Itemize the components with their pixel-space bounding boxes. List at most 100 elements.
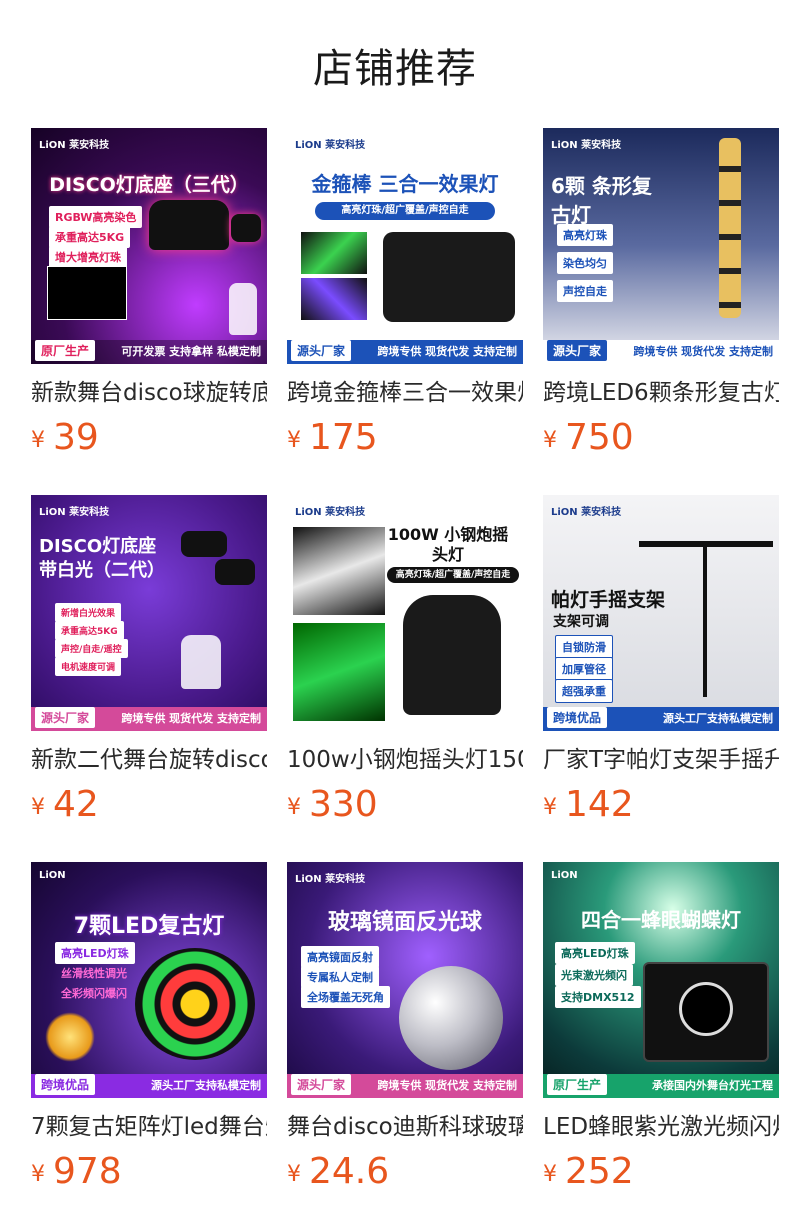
image-headline: 100W 小钢炮摇头灯 [387, 525, 509, 564]
product-name[interactable]: 跨境金箍棒三合一效果灯 [287, 378, 523, 408]
badge: 原厂生产 [35, 340, 96, 361]
product-card[interactable]: LiON 莱安科技 帕灯手摇支架 支架可调 自锁防滑 加厚管径 超强承重 跨境优… [543, 495, 779, 825]
image-footer-band: 跨境优品 源头工厂支持私模定制 [31, 1074, 267, 1098]
brand-logo: LiON [39, 870, 66, 881]
badge: 跨境优品 [547, 707, 608, 728]
footer-text: 可开发票 支持拿样 私模定制 [121, 345, 261, 358]
product-card[interactable]: LiON 莱安科技 金箍棒 三合一效果灯 高亮灯珠/超广覆盖/声控自走 源头厂家… [287, 128, 523, 458]
feature-tag: 支持DMX512 [555, 986, 641, 1008]
feature-tag: 染色均匀 [557, 252, 613, 274]
currency-symbol: ¥ [543, 428, 557, 453]
feature-tag: 承重高达5KG [49, 226, 131, 248]
badge: 跨境优品 [35, 1074, 96, 1095]
product-name[interactable]: 新款舞台disco球旋转底座 [31, 378, 267, 408]
price-value: 330 [309, 784, 378, 825]
currency-symbol: ¥ [287, 1162, 301, 1187]
brand-logo: LiON 莱安科技 [39, 140, 110, 151]
product-graphic [45, 1012, 95, 1062]
product-name[interactable]: LED蜂眼紫光激光频闪灯 [543, 1112, 779, 1142]
product-image[interactable]: LiON 莱安科技 帕灯手摇支架 支架可调 自锁防滑 加厚管径 超强承重 跨境优… [543, 495, 779, 731]
image-headline: 玻璃镜面反光球 [327, 910, 482, 935]
product-graphic [293, 527, 385, 615]
product-price: ¥42 [31, 785, 267, 825]
price-value: 142 [565, 784, 634, 825]
product-name[interactable]: 跨境LED6颗条形复古灯 [543, 378, 779, 408]
product-graphic [383, 232, 515, 322]
product-name[interactable]: 厂家T字帕灯支架手摇升降 [543, 745, 779, 775]
product-image[interactable]: LiON 莱安科技 金箍棒 三合一效果灯 高亮灯珠/超广覆盖/声控自走 源头厂家… [287, 128, 523, 364]
footer-text: 跨境专供 现货代发 支持定制 [633, 345, 773, 358]
feature-tag: 声控/自走/遥控 [55, 639, 128, 658]
price-value: 252 [565, 1151, 634, 1192]
product-image[interactable]: LiON 莱安科技 玻璃镜面反光球 高亮镜面反射 专属私人定制 全场覆盖无死角 … [287, 862, 523, 1098]
brand-logo: LiON 莱安科技 [551, 140, 622, 151]
feature-tag: RGBW高亮染色 [49, 206, 143, 228]
product-graphic [301, 232, 367, 274]
image-footer-band: 原厂生产 承接国内外舞台灯光工程 [543, 1074, 779, 1098]
feature-tag: 全场覆盖无死角 [301, 986, 390, 1008]
product-graphic [293, 623, 385, 721]
product-name[interactable]: 舞台disco迪斯科球玻璃镜面 [287, 1112, 523, 1142]
product-card[interactable]: LiON 7颗LED复古灯 高亮LED灯珠 丝滑线性调光 全彩频闪爆闪 跨境优品… [31, 862, 267, 1192]
price-value: 978 [53, 1151, 122, 1192]
product-image[interactable]: LiON 7颗LED复古灯 高亮LED灯珠 丝滑线性调光 全彩频闪爆闪 跨境优品… [31, 862, 267, 1098]
image-footer-band: 源头厂家 跨境专供 现货代发 支持定制 [543, 340, 779, 364]
product-name[interactable]: 新款二代舞台旋转disco球底座 [31, 745, 267, 775]
image-headline: 7颗LED复古灯 [73, 914, 225, 939]
brand-logo: LiON 莱安科技 [295, 507, 366, 518]
footer-text: 承接国内外舞台灯光工程 [652, 1079, 773, 1092]
feature-tag: 光束激光频闪 [555, 964, 633, 986]
product-price: ¥330 [287, 785, 523, 825]
image-headline: DISCO灯底座（三代） [49, 174, 249, 196]
currency-symbol: ¥ [287, 795, 301, 820]
feature-tag: 高亮镜面反射 [301, 946, 379, 968]
product-graphic [231, 214, 261, 242]
currency-symbol: ¥ [31, 428, 45, 453]
image-subline: 高亮灯珠/超广覆盖/声控自走 [387, 567, 519, 583]
price-value: 24.6 [309, 1151, 390, 1192]
product-image[interactable]: LiON 莱安科技 DISCO灯底座（三代） RGBW高亮染色 承重高达5KG … [31, 128, 267, 364]
product-card[interactable]: LiON 四合一蜂眼蝴蝶灯 高亮LED灯珠 光束激光频闪 支持DMX512 原厂… [543, 862, 779, 1192]
product-image[interactable]: LiON 莱安科技 DISCO灯底座 带白光（二代） 新增白光效果 承重高达5K… [31, 495, 267, 731]
product-graphic [229, 283, 257, 335]
product-graphic [149, 200, 229, 250]
feature-tag: 高亮LED灯珠 [55, 942, 135, 964]
product-price: ¥39 [31, 418, 267, 458]
product-image[interactable]: LiON 莱安科技 100W 小钢炮摇头灯 高亮灯珠/超广覆盖/声控自走 [287, 495, 523, 731]
product-graphic [181, 635, 221, 689]
feature-tag: 承重高达5KG [55, 621, 124, 640]
currency-symbol: ¥ [543, 1162, 557, 1187]
product-card[interactable]: LiON 莱安科技 100W 小钢炮摇头灯 高亮灯珠/超广覆盖/声控自走 100… [287, 495, 523, 825]
footer-text: 源头工厂支持私模定制 [151, 1079, 261, 1092]
product-image[interactable]: LiON 莱安科技 6颗 条形复古灯 高亮灯珠 染色均匀 声控自走 源头厂家 跨… [543, 128, 779, 364]
product-name[interactable]: 7颗复古矩阵灯led舞台灯 [31, 1112, 267, 1142]
product-graphic [47, 266, 127, 320]
brand-logo: LiON 莱安科技 [551, 507, 622, 518]
product-card[interactable]: LiON 莱安科技 DISCO灯底座 带白光（二代） 新增白光效果 承重高达5K… [31, 495, 267, 825]
footer-text: 跨境专供 现货代发 支持定制 [121, 712, 261, 725]
product-name[interactable]: 100w小钢炮摇头灯150w [287, 745, 523, 775]
image-headline: 四合一蜂眼蝴蝶灯 [581, 908, 741, 932]
image-footer-band: 源头厂家 跨境专供 现货代发 支持定制 [287, 340, 523, 364]
image-footer-band: 原厂生产 可开发票 支持拿样 私模定制 [31, 340, 267, 364]
currency-symbol: ¥ [31, 1162, 45, 1187]
page-title: 店铺推荐 [313, 46, 477, 92]
product-price: ¥750 [543, 418, 779, 458]
badge: 源头厂家 [291, 1074, 352, 1095]
product-card[interactable]: LiON 莱安科技 玻璃镜面反光球 高亮镜面反射 专属私人定制 全场覆盖无死角 … [287, 862, 523, 1192]
feature-tag: 自锁防滑 [555, 635, 613, 659]
feature-tag: 高亮灯珠 [557, 224, 613, 246]
product-price: ¥175 [287, 418, 523, 458]
brand-logo: LiON 莱安科技 [39, 507, 110, 518]
product-graphic [679, 982, 733, 1036]
image-headline: DISCO灯底座 带白光（二代） [39, 536, 165, 581]
feature-tag: 高亮LED灯珠 [555, 942, 635, 964]
product-card[interactable]: LiON 莱安科技 DISCO灯底座（三代） RGBW高亮染色 承重高达5KG … [31, 128, 267, 458]
product-card[interactable]: LiON 莱安科技 6颗 条形复古灯 高亮灯珠 染色均匀 声控自走 源头厂家 跨… [543, 128, 779, 458]
product-image[interactable]: LiON 四合一蜂眼蝴蝶灯 高亮LED灯珠 光束激光频闪 支持DMX512 原厂… [543, 862, 779, 1098]
product-price: ¥142 [543, 785, 779, 825]
feature-tag: 全彩频闪爆闪 [61, 987, 127, 1000]
footer-text: 跨境专供 现货代发 支持定制 [377, 1079, 517, 1092]
product-graphic [215, 559, 255, 585]
badge: 源头厂家 [547, 340, 608, 361]
